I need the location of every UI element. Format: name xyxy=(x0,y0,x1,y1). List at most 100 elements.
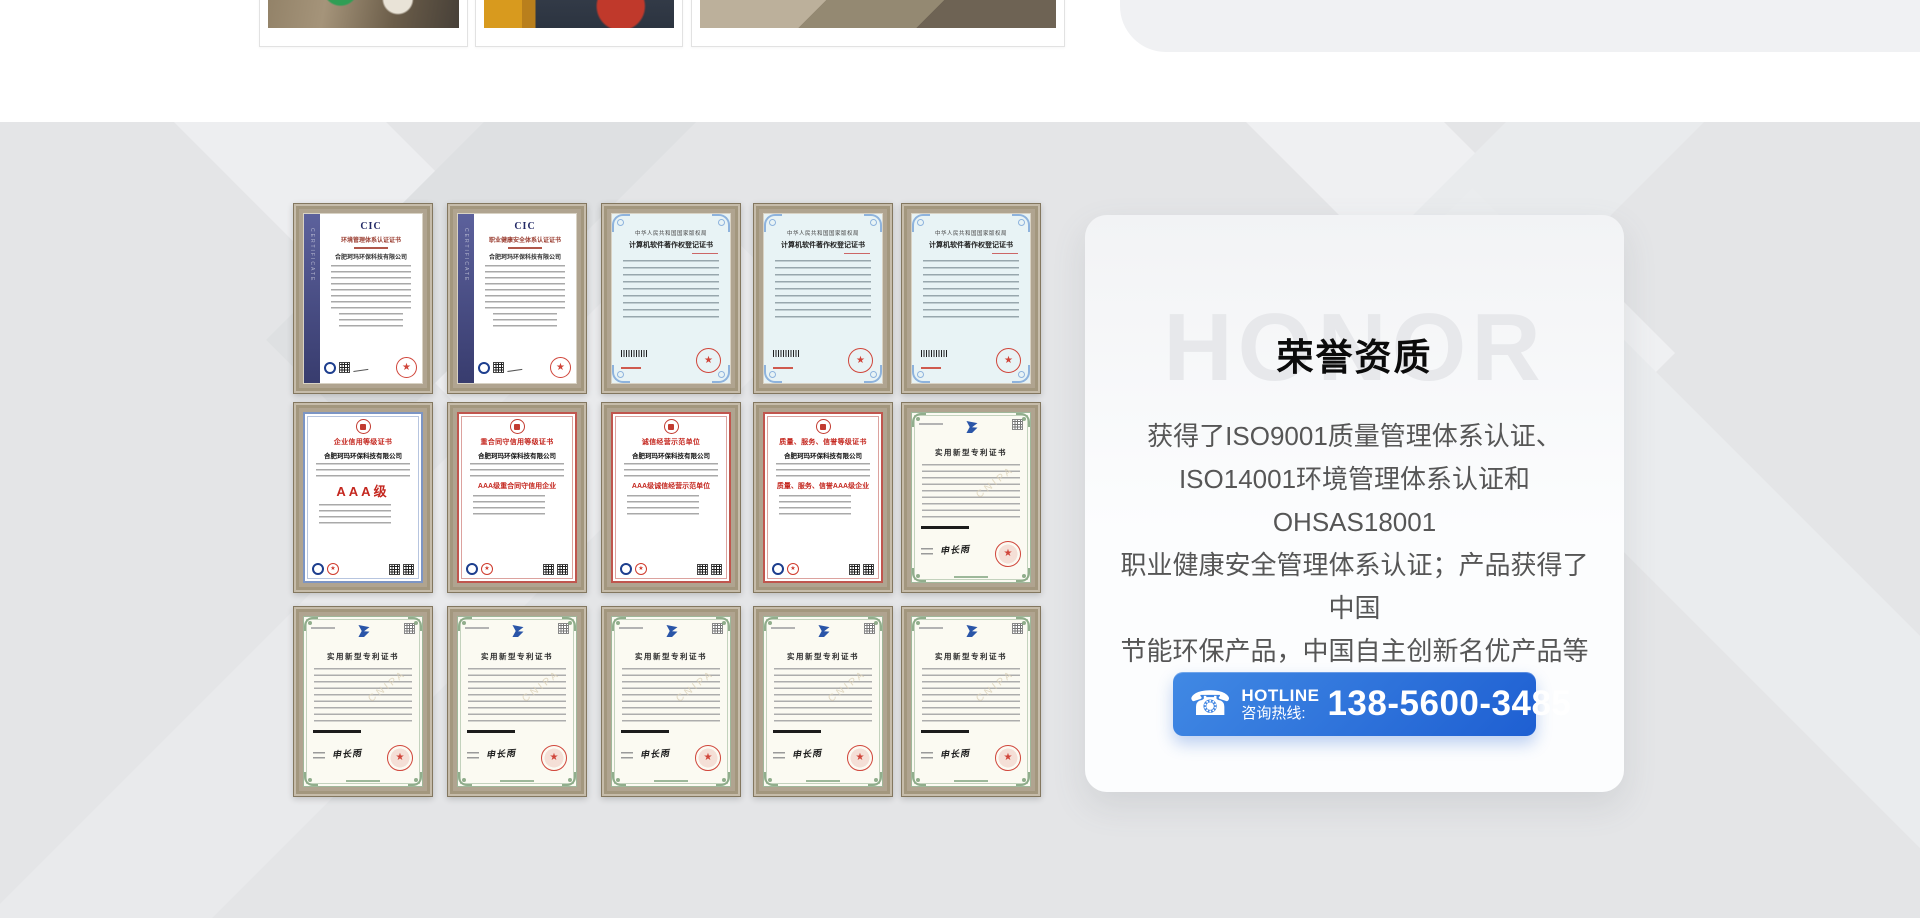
corner-ornament-icon xyxy=(912,214,930,232)
credit-logo-icon xyxy=(772,563,784,575)
certificate-page: 中华人民共和国国家版权局 计算机软件著作权登记证书 xyxy=(763,213,883,384)
certificate-title: 实用新型专利证书 xyxy=(764,651,882,662)
certificate-title: 计算机软件著作权登记证书 xyxy=(612,240,730,250)
certificate-title: 质量、服务、信誉等级证书 xyxy=(765,437,881,447)
red-emblem-seal-icon xyxy=(387,745,413,771)
project-photo-card[interactable] xyxy=(475,0,683,47)
corner-ornament-icon xyxy=(304,772,318,786)
project-photo-card[interactable] xyxy=(691,0,1065,47)
cnipa-logo-icon xyxy=(912,421,1030,433)
certificate-page: 实用新型专利证书 CNIPA 申长雨 xyxy=(911,616,1031,787)
corner-ornament-icon xyxy=(458,772,472,786)
certificate-award: AAA级诚信经营示范单位 xyxy=(613,481,729,491)
certificate-card-cic: CERTIFICATE CIC 职业健康安全体系认证证书 合肥珂玛环保科技有限公… xyxy=(447,203,587,394)
certificate-page: CERTIFICATE CIC 环境管理体系认证证书 合肥珂玛环保科技有限公司 xyxy=(303,213,423,384)
red-star-seal-icon xyxy=(396,357,417,378)
certificate-page: 实用新型专利证书 CNIPA 申长雨 xyxy=(457,616,577,787)
certificate-side-band: CERTIFICATE xyxy=(458,214,474,383)
qr-code-icon xyxy=(543,564,554,575)
commissioner-signature: 申长雨 xyxy=(940,542,971,557)
commissioner-signature: 申长雨 xyxy=(332,746,363,761)
certificate-page: 重合同守信用等级证书 合肥珂玛环保科技有限公司 AAA级重合同守信用企业 xyxy=(457,412,577,583)
certificate-company: 合肥珂玛环保科技有限公司 xyxy=(613,450,729,460)
qr-code-icon xyxy=(339,362,350,373)
certificate-title: 实用新型专利证书 xyxy=(304,651,422,662)
corner-ornament-icon xyxy=(712,214,730,232)
red-star-seal-icon xyxy=(696,348,721,373)
corner-ornament-icon xyxy=(764,214,782,232)
certificate-body-text xyxy=(627,495,699,515)
credit-logo-icon xyxy=(312,563,324,575)
certificate-page: 诚信经营示范单位 合肥珂玛环保科技有限公司 AAA级诚信经营示范单位 xyxy=(611,412,731,583)
certificate-company: 合肥珂玛环保科技有限公司 xyxy=(305,450,421,460)
certificate-body-text xyxy=(775,260,871,322)
certificate-card-credit: 质量、服务、信誉等级证书 合肥珂玛环保科技有限公司 质量、服务、信誉AAA级企业 xyxy=(753,402,893,593)
certificate-card-credit: 诚信经营示范单位 合肥珂玛环保科技有限公司 AAA级诚信经营示范单位 xyxy=(601,402,741,593)
signature-mark xyxy=(507,363,523,371)
description-line: ISO14001环境管理体系认证和OHSAS18001 xyxy=(1113,458,1596,544)
barcode-icon xyxy=(621,730,669,733)
cnipa-logo-icon xyxy=(912,625,1030,637)
page: CERTIFICATE CIC 环境管理体系认证证书 合肥珂玛环保科技有限公司 xyxy=(0,0,1920,918)
section-title: 荣誉资质 xyxy=(1085,327,1624,381)
certificate-card-patent: 实用新型专利证书 CNIPA 申长雨 xyxy=(447,606,587,797)
hotline-label-en: HOTLINE xyxy=(1241,686,1319,706)
description-line: 获得了ISO9001质量管理体系认证、 xyxy=(1113,415,1596,458)
credit-logo-icon xyxy=(466,563,478,575)
certificate-page: 中华人民共和国国家版权局 计算机软件著作权登记证书 xyxy=(911,213,1031,384)
corner-ornament-icon xyxy=(912,568,926,582)
certificate-company: 合肥珂玛环保科技有限公司 xyxy=(459,450,575,460)
description-line: 职业健康安全管理体系认证；产品获得了中国 xyxy=(1113,544,1596,630)
corner-ornament-icon xyxy=(408,772,422,786)
corner-ornament-icon xyxy=(1016,568,1030,582)
certificate-card-cic: CERTIFICATE CIC 环境管理体系认证证书 合肥珂玛环保科技有限公司 xyxy=(293,203,433,394)
barcode-icon xyxy=(773,350,799,357)
certificate-card-credit: 重合同守信用等级证书 合肥珂玛环保科技有限公司 AAA级重合同守信用企业 xyxy=(447,402,587,593)
hotline-button[interactable]: ☎ HOTLINE 咨询热线: 138-5600-3485 xyxy=(1173,672,1536,736)
corner-ornament-icon xyxy=(868,772,882,786)
certificate-page: 企业信用等级证书 合肥珂玛环保科技有限公司 AAA级 xyxy=(303,412,423,583)
corner-ornament-icon xyxy=(1016,772,1030,786)
hotline-label-zh: 咨询热线: xyxy=(1241,705,1305,722)
certificate-body-text xyxy=(923,260,1019,322)
red-star-badge-icon xyxy=(327,563,339,575)
corner-ornament-icon xyxy=(716,772,730,786)
certificate-card-copyright: 中华人民共和国国家版权局 计算机软件著作权登记证书 xyxy=(601,203,741,394)
excavation-site-photo xyxy=(268,0,459,28)
certificate-title: 计算机软件著作权登记证书 xyxy=(912,240,1030,250)
certificate-body-text xyxy=(624,463,718,478)
certificate-title: 环境管理体系认证证书 xyxy=(325,235,417,244)
certificate-body-text xyxy=(319,504,391,524)
cnipa-logo-icon xyxy=(612,625,730,637)
red-star-badge-icon xyxy=(481,563,493,575)
certificate-body-text xyxy=(776,463,870,478)
cnipa-logo-icon xyxy=(458,625,576,637)
qr-code-icon xyxy=(849,564,860,575)
certificate-card-patent: 实用新型专利证书 CNIPA 申长雨 xyxy=(753,606,893,797)
barcode-icon xyxy=(773,730,821,733)
qr-code-icon xyxy=(493,362,504,373)
certificate-body-text xyxy=(316,463,410,478)
certificate-title: 实用新型专利证书 xyxy=(612,651,730,662)
certificate-company: 合肥珂玛环保科技有限公司 xyxy=(325,252,417,261)
certificate-org: CIC xyxy=(325,221,417,232)
hotline-number: 138-5600-3485 xyxy=(1327,684,1571,724)
project-photo-card[interactable] xyxy=(259,0,468,47)
certificate-title: 实用新型专利证书 xyxy=(912,651,1030,662)
barcode-icon xyxy=(921,526,969,529)
red-emblem-icon xyxy=(356,419,371,434)
concrete-trench-photo xyxy=(700,0,1056,28)
corner-ornament-icon xyxy=(612,214,630,232)
certificate-title: 实用新型专利证书 xyxy=(912,447,1030,458)
certificate-body-text xyxy=(623,260,719,322)
qr-code-icon xyxy=(863,564,874,575)
phone-icon: ☎ xyxy=(1189,687,1231,721)
corner-ornament-icon xyxy=(1012,214,1030,232)
rounded-panel-remnant xyxy=(1120,0,1920,52)
corner-ornament-icon xyxy=(912,772,926,786)
certificate-title: 实用新型专利证书 xyxy=(458,651,576,662)
certificate-page: 实用新型专利证书 CNIPA 申长雨 xyxy=(763,616,883,787)
red-star-badge-icon xyxy=(635,563,647,575)
red-emblem-icon xyxy=(510,419,525,434)
commissioner-signature: 申长雨 xyxy=(486,746,517,761)
